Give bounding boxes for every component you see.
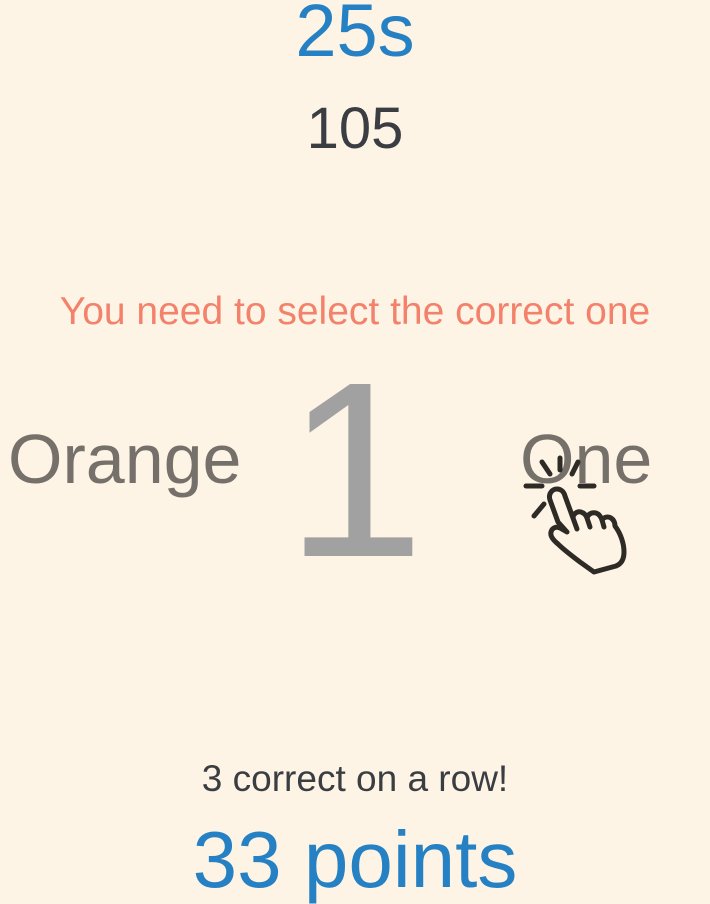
score-display: 105 xyxy=(306,96,404,161)
tap-hand-icon xyxy=(523,455,627,575)
timer-display: 25s xyxy=(295,0,415,72)
streak-message: 3 correct on a row! xyxy=(201,758,509,799)
instruction-text: You need to select the correct one xyxy=(59,290,651,333)
points-earned: 33 points xyxy=(192,815,518,904)
option-left-button[interactable]: Orange xyxy=(8,424,241,494)
